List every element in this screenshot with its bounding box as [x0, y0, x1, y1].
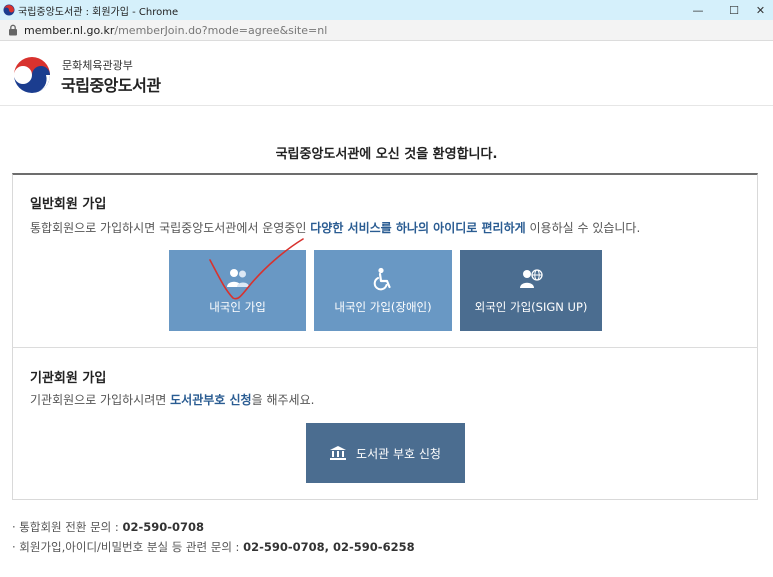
- general-desc-highlight: 다양한 서비스를 하나의 아이디로 편리하게: [310, 221, 526, 235]
- url-text[interactable]: member.nl.go.kr/memberJoin.do?mode=agree…: [24, 24, 327, 37]
- library-code-request-label: 도서관 부호 신청: [356, 446, 441, 461]
- domestic-disabled-join-button[interactable]: 내국인 가입(장애인): [314, 250, 452, 331]
- institution-desc-highlight[interactable]: 도서관부호 신청: [170, 393, 251, 407]
- government-emblem-icon[interactable]: [12, 55, 52, 95]
- institution-desc-after: 을 해주세요.: [251, 393, 315, 407]
- general-membership-title: 일반회원 가입: [30, 197, 107, 212]
- general-desc-before: 통합회원으로 가입하시면 국립중앙도서관에서 운영중인: [30, 221, 311, 235]
- general-desc-after: 이용하실 수 있습니다.: [525, 221, 641, 235]
- browser-title-bar: 국립중앙도서관 : 회원가입 - Chrome — ☐ ✕: [0, 0, 773, 20]
- ministry-name: 문화체육관광부: [62, 59, 133, 72]
- library-code-request-button[interactable]: 도서관 부호 신청: [306, 423, 465, 483]
- footer-phone: 02-590-0708, 02-590-6258: [243, 540, 415, 554]
- maximize-button[interactable]: ☐: [716, 0, 752, 20]
- welcome-heading: 국립중앙도서관에 오신 것을 환영합니다.: [275, 147, 498, 162]
- institution-membership-title: 기관회원 가입: [30, 371, 107, 386]
- general-membership-description: 통합회원으로 가입하시면 국립중앙도서관에서 운영중인 다양한 서비스를 하나의…: [30, 219, 640, 236]
- domestic-join-button[interactable]: 내국인 가입: [169, 250, 306, 331]
- globe-user-icon: [520, 268, 543, 288]
- url-path: /memberJoin.do?mode=agree&site=nl: [114, 23, 328, 37]
- domestic-join-label: 내국인 가입: [209, 299, 266, 314]
- footer-contact-signup: · 회원가입,아이디/비밀번호 분실 등 관련 문의 : 02-590-0708…: [12, 539, 415, 555]
- wheelchair-icon: [373, 267, 391, 290]
- url-host: member.nl.go.kr: [24, 23, 115, 37]
- institution-desc-before: 기관회원으로 가입하시려면: [30, 393, 171, 407]
- foreigner-signup-label: 외국인 가입(SIGN UP): [474, 299, 588, 314]
- lock-icon: [9, 24, 17, 36]
- logo-favicon-icon: [3, 4, 15, 16]
- institution-membership-description: 기관회원으로 가입하시려면 도서관부호 신청을 해주세요.: [30, 391, 314, 408]
- library-name-logo[interactable]: 국립중앙도서관: [61, 72, 161, 96]
- institution-icon: [330, 446, 347, 460]
- domestic-disabled-join-label: 내국인 가입(장애인): [334, 299, 432, 314]
- users-icon: [226, 268, 249, 287]
- footer-label: · 통합회원 전환 문의 :: [12, 520, 123, 534]
- window-title: 국립중앙도서관 : 회원가입 - Chrome: [18, 6, 179, 18]
- address-bar[interactable]: member.nl.go.kr/memberJoin.do?mode=agree…: [0, 20, 773, 41]
- minimize-button[interactable]: —: [680, 0, 716, 20]
- close-button[interactable]: ✕: [748, 0, 773, 20]
- footer-contact-conversion: · 통합회원 전환 문의 : 02-590-0708: [12, 519, 204, 535]
- section-divider: [12, 347, 758, 348]
- footer-label: · 회원가입,아이디/비밀번호 분실 등 관련 문의 :: [12, 540, 244, 554]
- foreigner-signup-button[interactable]: 외국인 가입(SIGN UP): [460, 250, 602, 331]
- footer-phone: 02-590-0708: [122, 520, 205, 534]
